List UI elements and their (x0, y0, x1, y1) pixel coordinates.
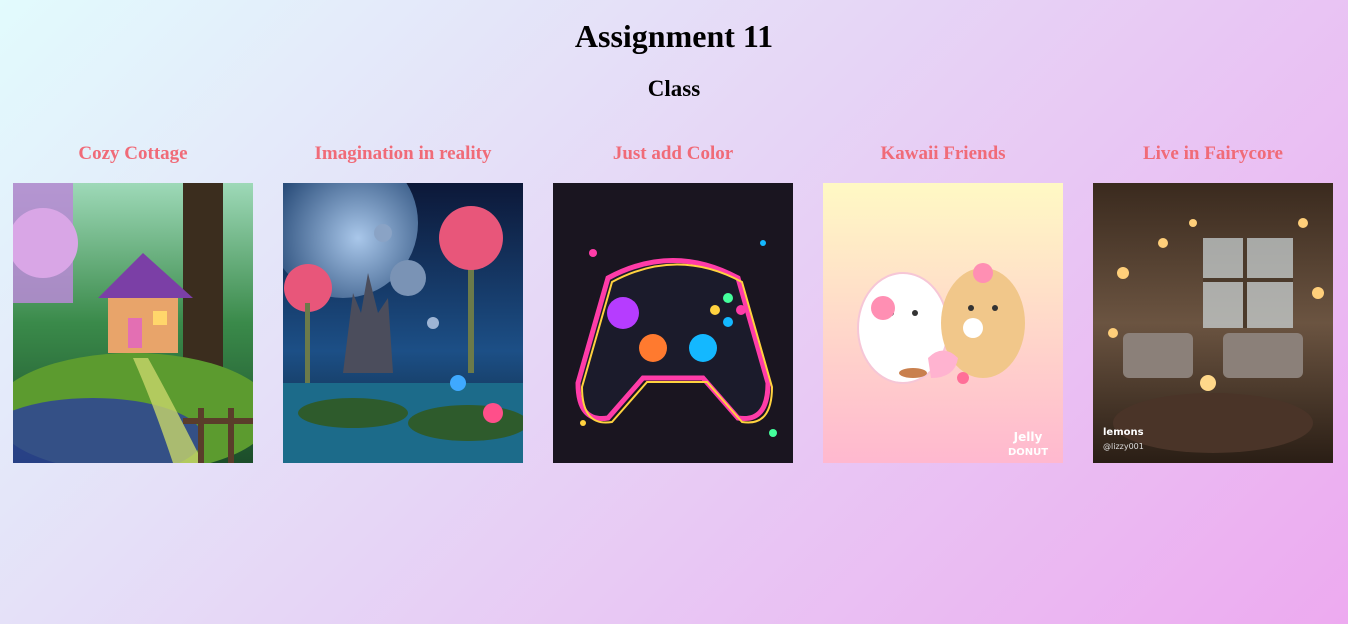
card-title: Cozy Cottage (78, 143, 188, 164)
card-kawaii-friends: Kawaii Friends Jelly DONUT (823, 141, 1063, 463)
card-title: Live in Fairycore (1142, 143, 1283, 164)
kawaii-friends-image: Jelly DONUT (823, 183, 1063, 463)
card-just-add-color: Just add Color (553, 141, 793, 463)
page-title: Assignment 11 (574, 18, 774, 54)
watermark-line: Jelly (1013, 430, 1043, 444)
fairycore-room-image: lemons @lizzy001 (1093, 183, 1333, 463)
watermark-line: DONUT (1008, 447, 1048, 458)
card-live-in-fairycore: Live in Fairycore lemons @lizzy001 (1093, 141, 1333, 463)
card-title: Kawaii Friends (880, 143, 1006, 164)
fantasy-island-image (283, 183, 523, 463)
card-imagination-in-reality: Imagination in reality (283, 141, 523, 463)
card-title: Just add Color (612, 143, 734, 164)
game-controller-image (553, 183, 793, 463)
page-subtitle: Class (647, 76, 701, 101)
card-cozy-cottage: Cozy Cottage (13, 141, 253, 463)
cottage-image (13, 183, 253, 463)
watermark-line: lemons (1103, 427, 1144, 438)
watermark-line: @lizzy001 (1103, 442, 1144, 451)
card-title: Imagination in reality (314, 143, 492, 164)
